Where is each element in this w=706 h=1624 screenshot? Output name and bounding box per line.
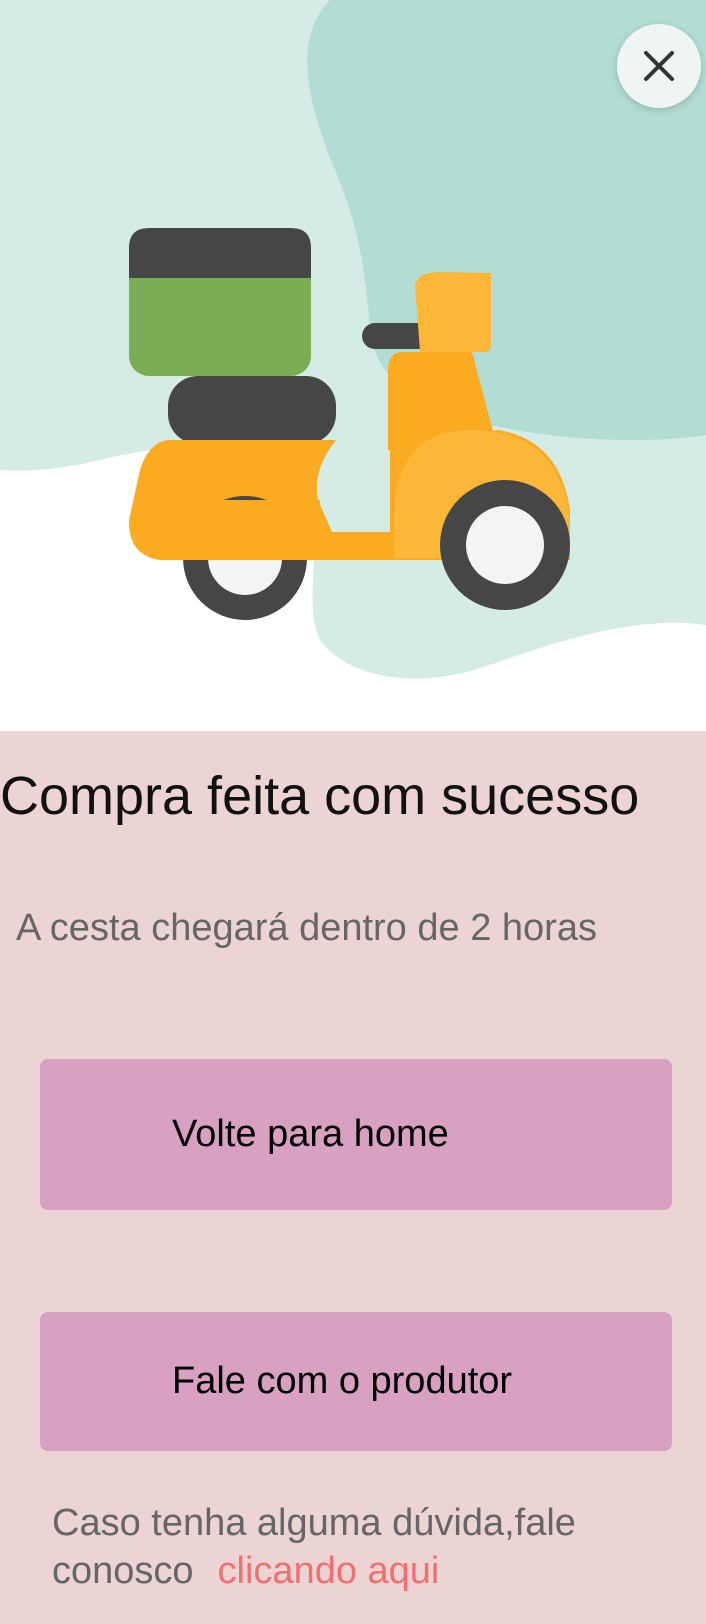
- close-button[interactable]: [617, 24, 701, 108]
- delivery-time-text: A cesta chegará dentro de 2 horas: [16, 907, 597, 949]
- back-to-home-label: Volte para home: [172, 1113, 449, 1155]
- delivery-scooter-illustration: [0, 0, 706, 679]
- help-text: Caso tenha alguma dúvida,fale conosco cli…: [52, 1499, 692, 1595]
- hero-illustration-area: [0, 0, 706, 731]
- contact-producer-button[interactable]: Fale com o produtor: [40, 1312, 672, 1451]
- back-to-home-button[interactable]: Volte para home: [40, 1059, 672, 1210]
- close-icon: [644, 51, 674, 81]
- page-title: Compra feita com sucesso: [0, 766, 640, 826]
- contact-producer-label: Fale com o produtor: [172, 1360, 513, 1402]
- help-link[interactable]: clicando aqui: [218, 1550, 440, 1592]
- success-content: Compra feita com sucesso A cesta chegará…: [0, 731, 706, 1624]
